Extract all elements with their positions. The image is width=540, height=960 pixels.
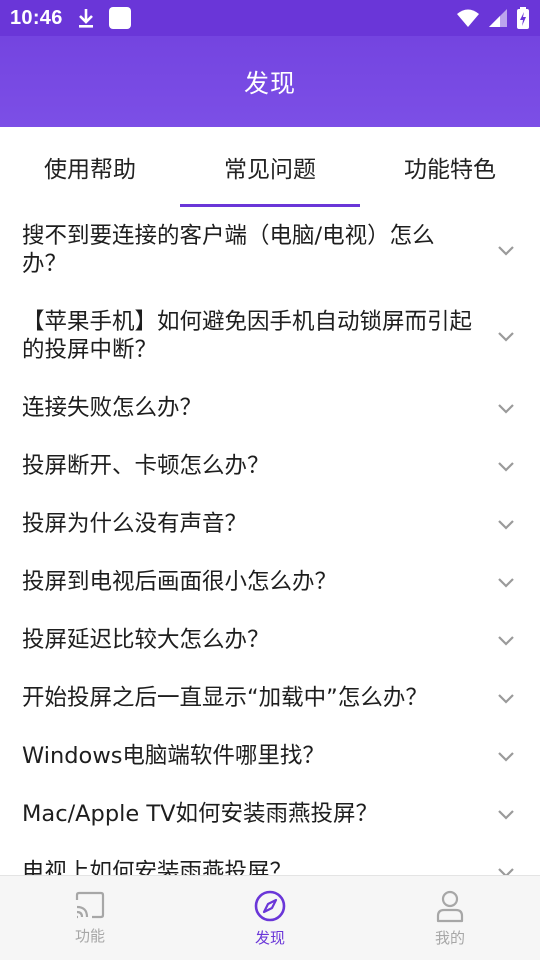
app-bar: 发现: [0, 36, 540, 127]
notification-icon: [108, 7, 131, 29]
nav-discover-label: 发现: [254, 928, 285, 947]
faq-question: 搜不到要连接的客户端（电脑/电视）怎么办？: [22, 223, 435, 277]
tab-features[interactable]: 功能特色: [360, 127, 540, 207]
chevron-down-icon: [498, 246, 514, 256]
chevron-down-icon: [498, 810, 514, 820]
chevron-down-icon: [498, 868, 514, 875]
compass-icon: [254, 890, 286, 921]
faq-question: 电视上如何安装雨燕投屏？: [22, 859, 293, 875]
status-bar: 10:46: [0, 0, 540, 36]
faq-question: 投屏延迟比较大怎么办？: [22, 627, 270, 653]
signal-icon: [489, 9, 507, 27]
faq-item[interactable]: 电视上如何安装雨燕投屏？: [0, 843, 540, 875]
faq-item[interactable]: 投屏到电视后画面很小怎么办？: [0, 553, 540, 611]
status-time: 10:46: [10, 6, 63, 29]
faq-list: 搜不到要连接的客户端（电脑/电视）怎么办？ 【苹果手机】如何避免因手机自动锁屏而…: [0, 207, 540, 875]
faq-question: 开始投屏之后一直显示“加载中”怎么办？: [22, 685, 428, 711]
faq-item[interactable]: 连接失败怎么办？: [0, 379, 540, 437]
nav-function[interactable]: 功能: [0, 876, 180, 960]
chevron-down-icon: [498, 520, 514, 530]
chevron-down-icon: [498, 404, 514, 414]
nav-mine-label: 我的: [434, 928, 465, 947]
person-icon: [436, 890, 464, 922]
faq-question: 投屏到电视后画面很小怎么办？: [22, 569, 338, 595]
tab-faq[interactable]: 常见问题: [180, 127, 360, 207]
battery-icon: [517, 7, 529, 29]
faq-question: 投屏断开、卡顿怎么办？: [22, 453, 270, 479]
faq-item[interactable]: Mac/Apple TV如何安装雨燕投屏？: [0, 785, 540, 843]
faq-question: Windows电脑端软件哪里找？: [22, 743, 325, 769]
faq-item[interactable]: 投屏为什么没有声音？: [0, 495, 540, 553]
faq-question: 连接失败怎么办？: [22, 395, 203, 421]
tab-usage-help[interactable]: 使用帮助: [0, 127, 180, 207]
faq-question: Mac/Apple TV如何安装雨燕投屏？: [22, 801, 378, 827]
nav-discover[interactable]: 发现: [180, 876, 360, 960]
chevron-down-icon: [498, 694, 514, 704]
page-title: 发现: [243, 68, 296, 98]
chevron-down-icon: [498, 636, 514, 646]
faq-item[interactable]: 【苹果手机】如何避免因手机自动锁屏而引起的投屏中断？: [0, 293, 540, 379]
faq-question: 投屏为什么没有声音？: [22, 511, 248, 537]
faq-item[interactable]: 开始投屏之后一直显示“加载中”怎么办？: [0, 669, 540, 727]
tab-bar: 使用帮助 常见问题 功能特色: [0, 127, 540, 207]
nav-mine[interactable]: 我的: [360, 876, 540, 960]
faq-item[interactable]: 搜不到要连接的客户端（电脑/电视）怎么办？: [0, 207, 540, 293]
faq-item[interactable]: 投屏断开、卡顿怎么办？: [0, 437, 540, 495]
chevron-down-icon: [498, 332, 514, 342]
download-icon: [78, 9, 93, 28]
faq-item[interactable]: Windows电脑端软件哪里找？: [0, 727, 540, 785]
chevron-down-icon: [498, 578, 514, 588]
cast-icon: [75, 891, 105, 918]
bottom-nav: 功能 发现 我的: [0, 875, 540, 960]
nav-function-label: 功能: [74, 926, 105, 945]
faq-question: 【苹果手机】如何避免因手机自动锁屏而引起的投屏中断？: [22, 309, 473, 363]
faq-item[interactable]: 投屏延迟比较大怎么办？: [0, 611, 540, 669]
wifi-icon: [457, 9, 479, 27]
chevron-down-icon: [498, 462, 514, 472]
chevron-down-icon: [498, 752, 514, 762]
